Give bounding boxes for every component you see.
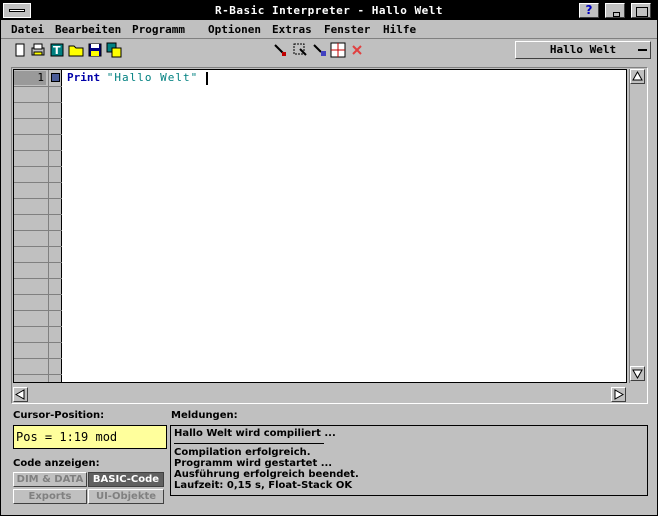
basic-code-button[interactable]: BASIC-Code (88, 472, 164, 487)
code-line[interactable]: Print "Hallo Welt" (67, 71, 209, 85)
gutter-row-line (14, 278, 62, 279)
line-number-gutter (14, 70, 48, 382)
line-marker-icon[interactable] (51, 73, 60, 82)
scroll-up-button[interactable] (630, 69, 645, 84)
text-cursor (206, 71, 209, 85)
code-keyword: Print (67, 71, 101, 84)
select-icon[interactable] (291, 41, 309, 59)
cursor-position-label: Cursor-Position: (13, 410, 105, 421)
dropdown-icon (638, 49, 647, 51)
message-line: Programm wird gestartet ... (174, 458, 333, 469)
delete-icon[interactable] (348, 41, 366, 59)
window-title: R-Basic Interpreter - Hallo Welt (215, 4, 443, 17)
help-button[interactable]: ? (579, 3, 599, 18)
minimize-button[interactable] (605, 3, 625, 18)
gutter-row-line (14, 230, 62, 231)
gutter-row-line (14, 358, 62, 359)
gutter-row-line (14, 118, 62, 119)
scrollbar-corner (629, 387, 646, 403)
title-bar: R-Basic Interpreter - Hallo Welt ? (1, 1, 657, 20)
horizontal-scrollbar[interactable] (13, 387, 627, 403)
gutter-row-line (14, 182, 62, 183)
save-as-icon[interactable] (105, 41, 123, 59)
menu-bearbeiten[interactable]: Bearbeiten (55, 23, 121, 36)
message-line: Compilation erfolgreich. (174, 447, 311, 458)
messages-panel: Hallo Welt wird compiliert ... Compilati… (170, 425, 648, 496)
gutter-row-line (14, 294, 62, 295)
dim-data-button[interactable]: DIM & DATA (13, 472, 87, 487)
code-editor[interactable]: 1 Print "Hallo Welt" (13, 69, 627, 383)
message-line: Hallo Welt wird compiliert ... (174, 428, 336, 439)
cursor-position-value: Pos = 1:19 mod (13, 425, 167, 449)
message-line: Ausführung erfolgreich beendet. (174, 469, 359, 480)
message-line: Laufzeit: 0,15 s, Float-Stack OK (174, 480, 353, 491)
scroll-down-button[interactable] (630, 366, 645, 381)
gutter-row-line (14, 342, 62, 343)
svg-text:T: T (53, 44, 61, 57)
gutter-row-line (14, 166, 62, 167)
exports-button[interactable]: Exports (13, 489, 87, 504)
vertical-scrollbar[interactable] (629, 69, 646, 383)
run-icon[interactable] (310, 41, 328, 59)
gutter-row-line (14, 150, 62, 151)
code-string: "Hallo Welt" (106, 71, 199, 84)
gutter-row-line (14, 214, 62, 215)
document-selector[interactable]: Hallo Welt (515, 41, 651, 59)
ui-objects-button[interactable]: UI-Objekte (88, 489, 164, 504)
scroll-right-button[interactable] (611, 387, 626, 402)
messages-label: Meldungen: (171, 410, 238, 421)
gutter-row-line (14, 134, 62, 135)
main-window: R-Basic Interpreter - Hallo Welt ? Datei… (0, 0, 658, 516)
maximize-button[interactable] (631, 3, 651, 18)
grid-icon[interactable] (329, 41, 347, 59)
line-number: 1 (14, 71, 46, 85)
compile-icon[interactable] (271, 41, 289, 59)
print-icon[interactable] (29, 41, 47, 59)
menu-bar: Datei Bearbeiten Programm Optionen Extra… (1, 21, 657, 39)
marker-gutter (48, 70, 62, 382)
menu-optionen[interactable]: Optionen (208, 23, 261, 36)
text-icon[interactable]: T (48, 41, 66, 59)
menu-fenster[interactable]: Fenster (324, 23, 370, 36)
gutter-row-line (14, 374, 62, 375)
gutter-row-line (14, 102, 62, 103)
menu-extras[interactable]: Extras (272, 23, 312, 36)
gutter-row-line (14, 310, 62, 311)
gutter-row-line (14, 198, 62, 199)
document-selector-label: Hallo Welt (549, 43, 617, 56)
menu-datei[interactable]: Datei (11, 23, 44, 36)
menu-hilfe[interactable]: Hilfe (383, 23, 416, 36)
gutter-row-line (14, 86, 62, 87)
scroll-left-button[interactable] (13, 387, 28, 402)
gutter-row-line (14, 246, 62, 247)
open-folder-icon[interactable] (67, 41, 85, 59)
new-file-icon[interactable] (11, 41, 29, 59)
code-view-label: Code anzeigen: (13, 458, 100, 469)
save-icon[interactable] (86, 41, 104, 59)
gutter-row-line (14, 326, 62, 327)
menu-programm[interactable]: Programm (132, 23, 185, 36)
gutter-row-line (14, 262, 62, 263)
message-divider (174, 443, 324, 444)
